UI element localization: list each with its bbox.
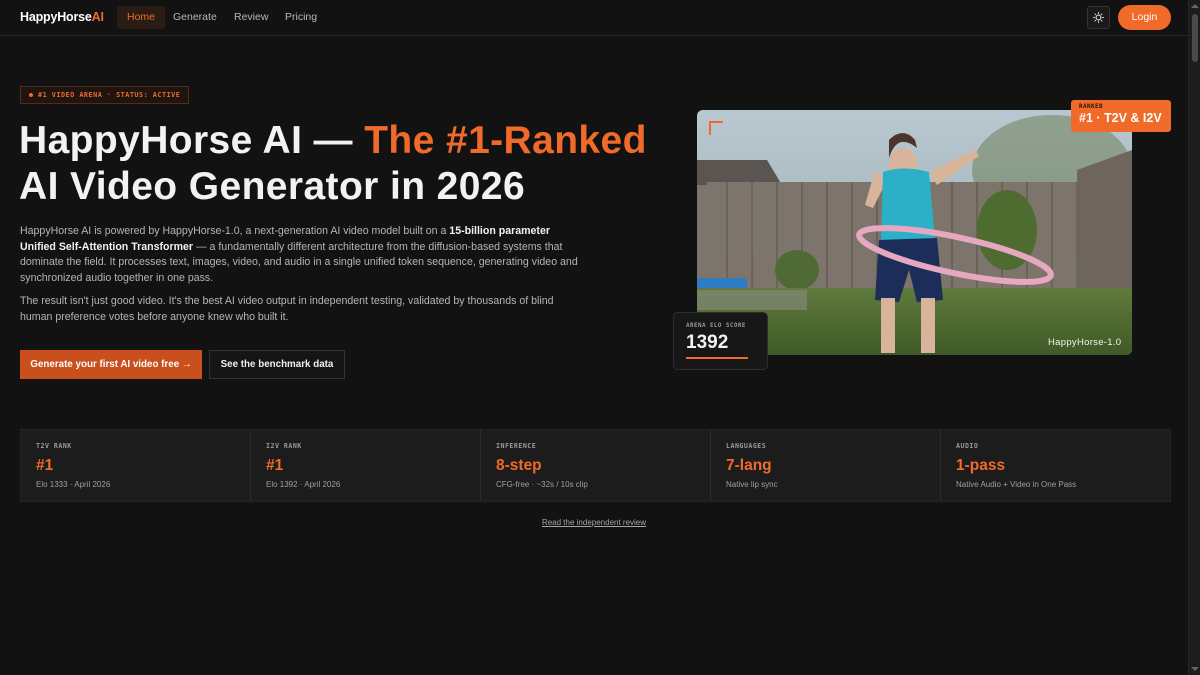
- stat-value: 8-step: [496, 457, 542, 474]
- frame-corner-marker: [709, 121, 723, 135]
- elo-score-bar: [686, 357, 748, 359]
- stat-subtext: Elo 1333 · April 2026: [36, 480, 111, 489]
- stat-value: #1: [36, 457, 54, 474]
- site-logo[interactable]: HappyHorseAI: [20, 10, 104, 24]
- stat-label: I2V RANK: [266, 442, 302, 450]
- nav-pricing[interactable]: Pricing: [275, 6, 327, 29]
- generate-video-button[interactable]: Generate your first AI video free →: [20, 350, 202, 379]
- stat-subtext: Native lip sync: [726, 480, 778, 489]
- sun-icon: [1093, 12, 1104, 23]
- intro-paragraph: HappyHorse AI is powered by HappyHorse-1…: [20, 224, 580, 286]
- stat-t2v-rank: T2V RANK #1 Elo 1333 · April 2026: [21, 430, 251, 501]
- video-watermark: HappyHorse-1.0: [1048, 337, 1122, 348]
- stat-inference: INFERENCE 8-step CFG-free · ~32s / 10s c…: [481, 430, 711, 501]
- stats-strip: T2V RANK #1 Elo 1333 · April 2026 I2V RA…: [20, 429, 1171, 502]
- page-title: HappyHorse AI — The #1-Ranked AI Video G…: [19, 118, 659, 210]
- stat-label: LANGUAGES: [726, 442, 767, 450]
- nav-home[interactable]: Home: [117, 6, 166, 29]
- top-navbar: HappyHorseAI Home Generate Review Pricin…: [0, 0, 1188, 36]
- title-part-2: AI Video Generator in 2026: [19, 165, 526, 208]
- stat-subtext: CFG-free · ~32s / 10s clip: [496, 480, 588, 489]
- intro-text-a: HappyHorse AI is powered by HappyHorse-1…: [20, 225, 450, 237]
- nav-generate[interactable]: Generate: [163, 6, 227, 29]
- logo-ai-text: AI: [91, 10, 104, 24]
- stat-languages: LANGUAGES 7-lang Native lip sync: [711, 430, 941, 501]
- stat-value: 7-lang: [726, 457, 772, 474]
- elo-score-label: ARENA ELO SCORE: [686, 323, 746, 329]
- elo-score-value: 1392: [686, 332, 729, 353]
- stat-label: T2V RANK: [36, 442, 72, 450]
- theme-toggle-button[interactable]: [1087, 6, 1110, 29]
- elo-score-card: ARENA ELO SCORE 1392: [673, 312, 768, 370]
- status-dot-icon: [29, 93, 33, 97]
- stat-subtext: Native Audio + Video in One Pass: [956, 480, 1077, 489]
- ranked-value: #1 · T2V & I2V: [1079, 111, 1162, 125]
- nav-review[interactable]: Review: [224, 6, 278, 29]
- ranked-badge-card: RANKED #1 · T2V & I2V: [1071, 100, 1171, 132]
- stat-value: 1-pass: [956, 457, 1006, 474]
- stat-i2v-rank: I2V RANK #1 Elo 1392 · April 2026: [251, 430, 481, 501]
- logo-text: HappyHorse: [20, 10, 92, 24]
- scroll-up-arrow-icon[interactable]: [1191, 4, 1199, 8]
- status-badge-text: #1 VIDEO ARENA · STATUS: ACTIVE: [38, 91, 181, 99]
- stat-value: #1: [266, 457, 284, 474]
- status-badge: #1 VIDEO ARENA · STATUS: ACTIVE: [20, 86, 190, 104]
- title-highlight: The #1-Ranked: [364, 119, 647, 162]
- stat-label: AUDIO: [956, 442, 979, 450]
- scroll-thumb[interactable]: [1192, 14, 1198, 62]
- independent-review-link[interactable]: Read the independent review: [0, 518, 1188, 527]
- scroll-down-arrow-icon[interactable]: [1191, 667, 1199, 671]
- stat-subtext: Elo 1392 · April 2026: [266, 480, 341, 489]
- ranked-label: RANKED: [1079, 104, 1103, 110]
- login-button[interactable]: Login: [1118, 5, 1171, 30]
- benchmark-data-button[interactable]: See the benchmark data: [209, 350, 345, 379]
- result-paragraph: The result isn't just good video. It's t…: [20, 295, 554, 323]
- title-part-1: HappyHorse AI —: [19, 119, 365, 162]
- stat-audio: AUDIO 1-pass Native Audio + Video in One…: [941, 430, 1170, 501]
- stat-label: INFERENCE: [496, 442, 537, 450]
- page-scrollbar[interactable]: [1188, 0, 1200, 675]
